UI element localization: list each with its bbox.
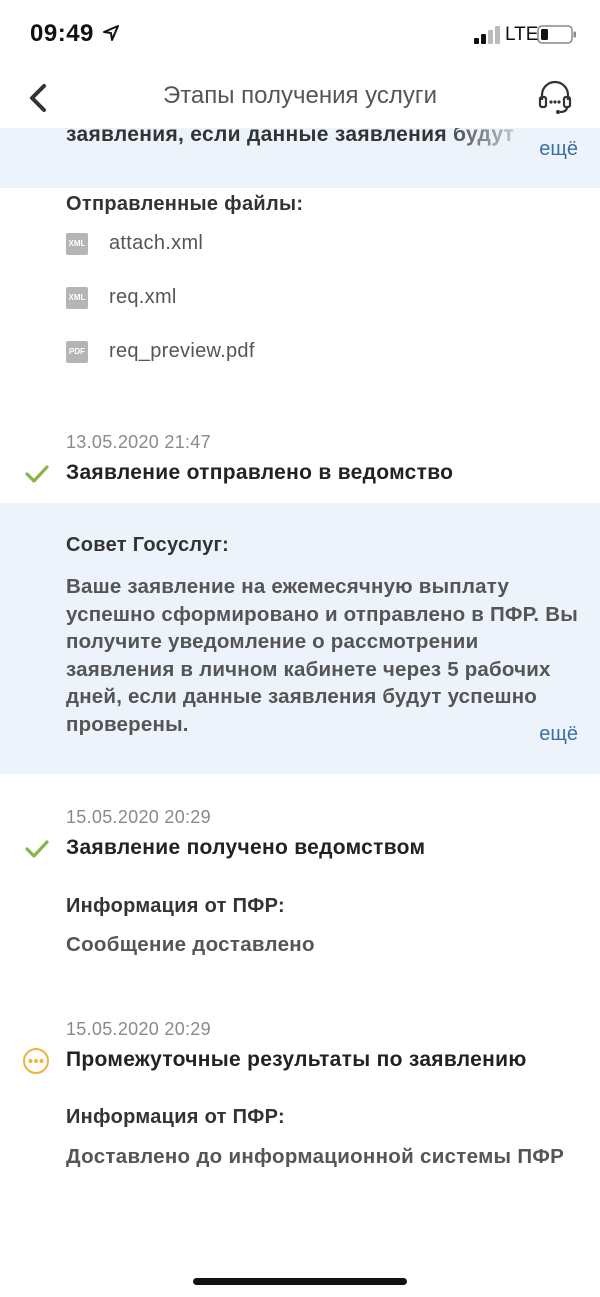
pdf-file-icon: PDF [66, 341, 88, 363]
more-link[interactable]: ещё [539, 723, 578, 746]
advice-text: Ваше заявление на ежемесячную выплату ус… [66, 575, 578, 736]
step-date: 15.05.2020 20:29 [66, 807, 211, 827]
previous-advice-text: заявления, если данные заявления будут [66, 128, 515, 146]
info-label: Информация от ПФР: [66, 1106, 285, 1128]
sent-files-label: Отправленные файлы: [66, 193, 304, 215]
signal-icon [474, 26, 500, 44]
step-title: Заявление отправлено в ведомство [66, 461, 454, 484]
info-label: Информация от ПФР: [66, 895, 285, 917]
in-progress-icon [23, 1048, 49, 1074]
page-title: Этапы получения услуги [162, 82, 438, 109]
previous-advice-panel: заявления, если данные заявления будут е… [0, 128, 600, 188]
network-type: LTE [505, 24, 539, 45]
info-text: Сообщение доставлено [66, 933, 315, 956]
step-title: Промежуточные результаты по заявлению [66, 1048, 527, 1071]
xml-file-icon: XML [66, 287, 88, 309]
advice-label: Совет Госуслуг: [66, 534, 230, 556]
step-date: 13.05.2020 21:47 [66, 432, 211, 452]
advice-panel: Совет Госуслуг: Ваше заявление на ежемес… [0, 503, 600, 774]
nav-bar: Этапы получения услуги [0, 70, 600, 128]
file-name: req_preview.pdf [109, 340, 255, 362]
check-icon [25, 465, 49, 483]
headset-icon[interactable] [536, 78, 574, 116]
file-name: req.xml [109, 286, 177, 308]
check-icon [25, 840, 49, 858]
battery-icon [537, 25, 576, 44]
file-name: attach.xml [109, 232, 204, 254]
step-date: 15.05.2020 20:29 [66, 1019, 211, 1039]
status-time: 09:49 [30, 20, 94, 47]
info-text: Доставлено до информационной системы ПФР [66, 1145, 565, 1168]
step-title: Заявление получено ведомством [66, 836, 426, 859]
xml-file-icon: XML [66, 233, 88, 255]
location-arrow-icon [103, 25, 119, 41]
status-bar: 09:49 LTE [0, 0, 600, 70]
more-link[interactable]: ещё [539, 138, 578, 161]
home-indicator[interactable] [193, 1278, 407, 1285]
